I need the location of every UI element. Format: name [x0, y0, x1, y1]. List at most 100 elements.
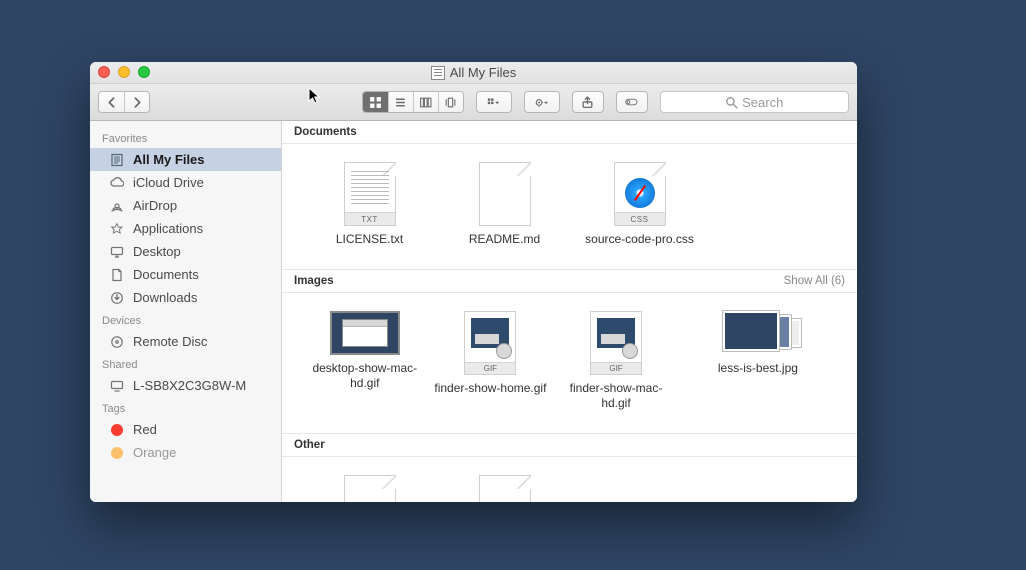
action-group — [524, 91, 560, 113]
file-item[interactable]: README.md — [437, 162, 572, 247]
file-label: less-is-best.jpg — [718, 361, 798, 376]
file-label: finder-show-home.gif — [434, 381, 546, 396]
css-file-icon: CSS — [614, 162, 666, 226]
gif-file-icon: GIF — [464, 311, 516, 375]
window-controls — [98, 66, 150, 78]
show-all-link[interactable]: Show All (6) — [784, 275, 845, 287]
section-title: Other — [294, 439, 325, 451]
file-item[interactable]: desktop-show-mac-hd.gif — [302, 311, 428, 411]
sidebar-item-label: Applications — [133, 221, 203, 236]
file-item[interactable]: GIF finder-show-mac-hd.gif — [553, 311, 679, 411]
desktop-icon — [108, 243, 125, 260]
image-stack-icon — [723, 311, 793, 355]
forward-button[interactable] — [124, 92, 149, 112]
file-label: finder-show-mac-hd.gif — [556, 381, 676, 411]
section-title: Images — [294, 275, 334, 287]
gif-file-icon: GIF — [590, 311, 642, 375]
sidebar-item-desktop[interactable]: Desktop — [90, 240, 281, 263]
generic-file-icon — [479, 475, 531, 502]
sidebar-item-label: AirDrop — [133, 198, 177, 213]
sidebar-item-label: Documents — [133, 267, 199, 282]
sidebar-item-label: All My Files — [133, 152, 205, 167]
applications-icon — [108, 220, 125, 237]
other-grid — [282, 457, 857, 502]
sidebar-item-all-my-files[interactable]: All My Files — [90, 148, 281, 171]
view-switch — [362, 91, 464, 113]
back-button[interactable] — [99, 92, 124, 112]
section-header-other[interactable]: Other — [282, 434, 857, 457]
action-button[interactable] — [525, 92, 559, 112]
main-area[interactable]: Documents TXT LICENSE.txt README.md CSS … — [282, 121, 857, 502]
tags-button[interactable] — [616, 91, 648, 113]
section-header-documents[interactable]: Documents — [282, 121, 857, 144]
file-label: README.md — [469, 232, 540, 247]
section-header-images[interactable]: Images Show All (6) — [282, 270, 857, 293]
sidebar-item-label: Red — [133, 422, 157, 437]
sidebar-item-applications[interactable]: Applications — [90, 217, 281, 240]
sidebar-item-documents[interactable]: Documents — [90, 263, 281, 286]
file-item[interactable] — [302, 475, 437, 502]
sidebar-item-airdrop[interactable]: AirDrop — [90, 194, 281, 217]
sidebar-item-label: Orange — [133, 445, 176, 460]
arrange-button[interactable] — [477, 92, 511, 112]
sidebar-section-shared: Shared — [90, 353, 281, 374]
sidebar: Favorites All My Files iCloud Drive AirD… — [90, 121, 282, 502]
sidebar-item-label: Downloads — [133, 290, 197, 305]
close-button[interactable] — [98, 66, 110, 78]
txt-file-icon: TXT — [344, 162, 396, 226]
file-label: desktop-show-mac-hd.gif — [305, 361, 425, 391]
sidebar-section-devices: Devices — [90, 309, 281, 330]
sidebar-item-label: L-SB8X2C3G8W-M — [133, 378, 246, 393]
file-item[interactable]: TXT LICENSE.txt — [302, 162, 437, 247]
tag-dot-icon — [108, 421, 125, 438]
finder-window: All My Files — [90, 62, 857, 502]
file-item[interactable] — [437, 475, 572, 502]
file-item[interactable]: GIF finder-show-home.gif — [428, 311, 554, 411]
column-view-button[interactable] — [413, 92, 438, 112]
disc-icon — [108, 333, 125, 350]
sidebar-item-tag-red[interactable]: Red — [90, 418, 281, 441]
file-label: LICENSE.txt — [336, 232, 403, 247]
tag-dot-icon — [108, 444, 125, 461]
section-title: Documents — [294, 126, 357, 138]
monitor-icon — [108, 377, 125, 394]
share-button[interactable] — [572, 91, 604, 113]
list-view-button[interactable] — [388, 92, 413, 112]
sidebar-section-favorites: Favorites — [90, 127, 281, 148]
window-title: All My Files — [450, 65, 516, 80]
file-item[interactable]: less-is-best.jpg — [679, 311, 837, 411]
minimize-button[interactable] — [118, 66, 130, 78]
images-grid: desktop-show-mac-hd.gif GIF finder-show-… — [282, 293, 857, 434]
arrange-group — [476, 91, 512, 113]
downloads-icon — [108, 289, 125, 306]
zoom-button[interactable] — [138, 66, 150, 78]
file-label: source-code-pro.css — [585, 232, 694, 247]
sidebar-item-icloud[interactable]: iCloud Drive — [90, 171, 281, 194]
documents-grid: TXT LICENSE.txt README.md CSS source-cod… — [282, 144, 857, 270]
search-field[interactable]: Search — [660, 91, 850, 113]
content: Favorites All My Files iCloud Drive AirD… — [90, 121, 857, 502]
documents-icon — [108, 266, 125, 283]
nav-buttons — [98, 91, 150, 113]
all-my-files-icon — [108, 151, 125, 168]
sidebar-item-label: Remote Disc — [133, 334, 207, 349]
titlebar[interactable]: All My Files — [90, 62, 857, 84]
sidebar-item-downloads[interactable]: Downloads — [90, 286, 281, 309]
image-thumb-icon — [330, 311, 400, 355]
airdrop-icon — [108, 197, 125, 214]
sidebar-item-label: Desktop — [133, 244, 181, 259]
search-placeholder: Search — [742, 95, 783, 110]
generic-file-icon — [344, 475, 396, 502]
sidebar-item-label: iCloud Drive — [133, 175, 204, 190]
cloud-icon — [108, 174, 125, 191]
sidebar-item-remote-disc[interactable]: Remote Disc — [90, 330, 281, 353]
sidebar-item-shared-computer[interactable]: L-SB8X2C3G8W-M — [90, 374, 281, 397]
file-item[interactable]: CSS source-code-pro.css — [572, 162, 707, 247]
search-icon — [725, 96, 738, 109]
generic-file-icon — [479, 162, 531, 226]
all-my-files-icon — [431, 66, 445, 80]
toolbar: Search — [90, 84, 857, 121]
coverflow-view-button[interactable] — [438, 92, 463, 112]
sidebar-item-tag-orange[interactable]: Orange — [90, 441, 281, 464]
icon-view-button[interactable] — [363, 92, 388, 112]
